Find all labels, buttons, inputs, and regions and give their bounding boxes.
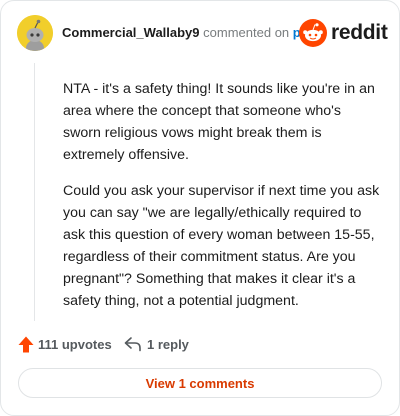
upvote-button[interactable]: 111 upvotes — [18, 333, 112, 355]
reply-count: 1 reply — [147, 336, 189, 352]
snoo-avatar-icon — [17, 15, 53, 51]
avatar[interactable] — [17, 15, 53, 51]
username-link[interactable]: Commercial_Wallaby9 — [62, 25, 200, 40]
comment-header: Commercial_Wallaby9 commented on post re… — [17, 15, 388, 53]
reply-arrow-icon — [124, 337, 141, 352]
comment-paragraph: NTA - it's a safety thing! It sounds lik… — [63, 81, 375, 163]
comment-body: NTA - it's a safety thing! It sounds lik… — [63, 78, 381, 326]
reddit-snoo-icon — [299, 19, 327, 47]
comment-byline: Commercial_Wallaby9 commented on post — [62, 25, 320, 40]
reddit-logo[interactable]: reddit — [299, 18, 388, 48]
reddit-wordmark: reddit — [331, 21, 388, 44]
reply-button[interactable]: 1 reply — [124, 333, 189, 355]
comment-paragraph: Could you ask your supervisor if next ti… — [63, 183, 380, 309]
comment-card: Commercial_Wallaby9 commented on post re… — [0, 0, 400, 416]
upvote-arrow-icon — [18, 336, 34, 352]
byline-verb: commented on — [203, 25, 290, 40]
upvote-count: 111 upvotes — [38, 336, 112, 352]
thread-line[interactable] — [34, 63, 35, 321]
view-comments-button[interactable]: View 1 comments — [18, 368, 382, 398]
comment-actions: 111 upvotes 1 reply — [18, 333, 378, 355]
